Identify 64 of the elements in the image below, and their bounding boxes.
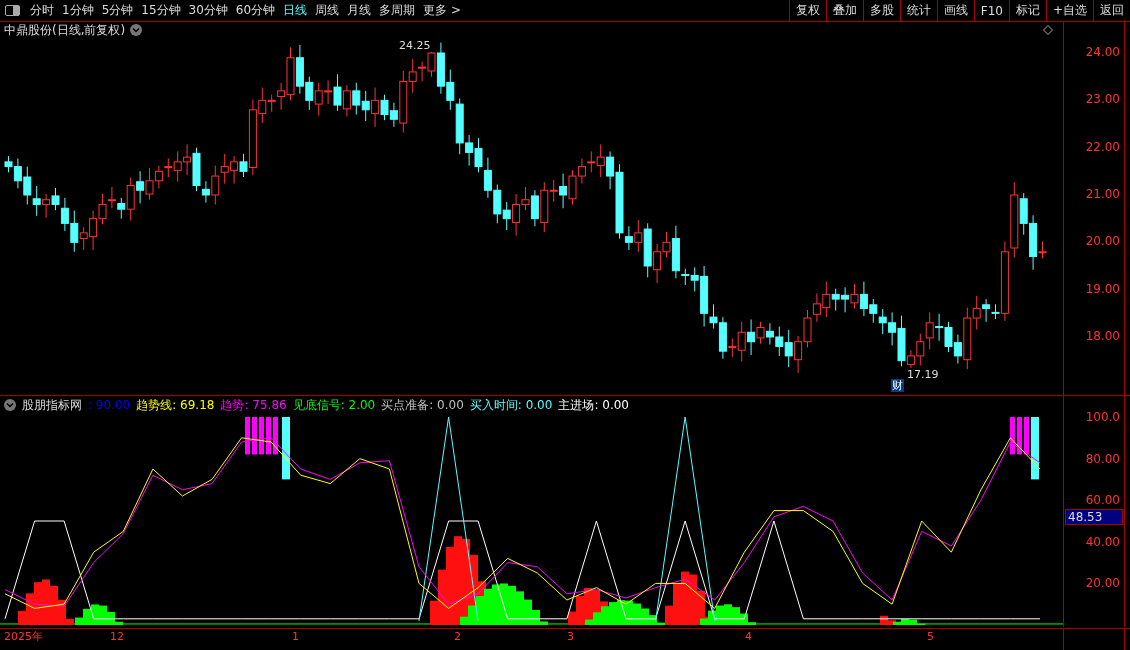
- axis-tick-label: 22.00: [1085, 139, 1120, 154]
- indicator-value: 趋势线: 69.18: [136, 396, 215, 414]
- toolbar-button[interactable]: F10: [973, 0, 1009, 21]
- period-tab[interactable]: 15分钟: [137, 0, 185, 21]
- toolbar-button[interactable]: 统计: [899, 0, 937, 21]
- low-price-label: 17.19: [906, 368, 940, 381]
- signal-bar: [259, 417, 264, 455]
- current-value-label: 48.53: [1065, 509, 1123, 525]
- signal-bar: [1010, 417, 1015, 455]
- period-tab[interactable]: 周线: [311, 0, 344, 21]
- period-tab[interactable]: 5分钟: [97, 0, 138, 21]
- dropdown-icon[interactable]: [4, 399, 16, 411]
- date-label: 2025年: [4, 629, 43, 645]
- period-tab[interactable]: 30分钟: [184, 0, 232, 21]
- toolbar-button[interactable]: 返回: [1093, 0, 1130, 21]
- indicator-value: 趋势: 75.86: [220, 396, 287, 414]
- high-price-label: 24.25: [398, 39, 432, 52]
- axis-tick-label: 20.00: [1085, 576, 1120, 591]
- indicator-value: 买入时间: 0.00: [469, 396, 553, 414]
- axis-tick-label: 23.00: [1085, 92, 1120, 107]
- indicator-name: 股朋指标网: [22, 396, 82, 414]
- indicator-value: 主进场: 0.00: [558, 396, 629, 414]
- axis-tick-label: 40.00: [1085, 534, 1120, 549]
- toolbar-button[interactable]: +自选: [1045, 0, 1093, 21]
- axis-tick-label: 24.00: [1085, 45, 1120, 59]
- axis-tick-label: 100.0: [1085, 410, 1120, 424]
- signal-bar: [1017, 417, 1022, 455]
- period-tab[interactable]: 更多 >: [419, 0, 465, 21]
- period-tab[interactable]: 月线: [343, 0, 376, 21]
- indicator-value: 买点准备: 0.00: [381, 396, 464, 414]
- period-tab[interactable]: 分时: [26, 0, 58, 21]
- signal-bar: [245, 417, 250, 455]
- signal-bar: [273, 417, 278, 455]
- axis-tick-label: 60.00: [1085, 493, 1120, 508]
- axis-tick-label: 21.00: [1085, 187, 1120, 201]
- date-label: 4: [745, 629, 752, 645]
- period-tab[interactable]: 60分钟: [231, 0, 280, 21]
- indicator-value: : 90.00: [88, 398, 131, 412]
- date-label: 2: [454, 629, 461, 645]
- toolbar-button[interactable]: 画线: [936, 0, 974, 21]
- panel-toggle-icon[interactable]: [5, 5, 20, 16]
- axis-tick-label: 18.00: [1085, 328, 1120, 343]
- chart-title: 中鼎股份(日线,前复权): [4, 21, 126, 39]
- signal-bar: [266, 417, 271, 455]
- indicator-value: 见底信号: 2.00: [292, 396, 376, 414]
- toolbar-button[interactable]: 复权: [788, 0, 826, 21]
- date-label: 12: [110, 629, 124, 645]
- axis-tick-label: 20.00: [1085, 234, 1120, 249]
- signal-bar: [1024, 417, 1029, 455]
- date-label: 3: [567, 629, 574, 645]
- toolbar-button[interactable]: 标记: [1008, 0, 1046, 21]
- diamond-icon[interactable]: [1043, 25, 1053, 35]
- finance-badge[interactable]: 财: [891, 379, 904, 392]
- period-tab[interactable]: 多周期: [375, 0, 420, 21]
- axis-tick-label: 19.00: [1085, 281, 1120, 296]
- toolbar-button[interactable]: 多股: [862, 0, 900, 21]
- dropdown-icon[interactable]: [130, 24, 143, 36]
- toolbar-button[interactable]: 叠加: [825, 0, 863, 21]
- axis-tick-label: 80.00: [1085, 451, 1120, 466]
- date-label: 1: [292, 629, 299, 645]
- signal-bar: [252, 417, 257, 455]
- period-tab[interactable]: 1分钟: [58, 0, 98, 21]
- period-tab[interactable]: 日线: [279, 0, 312, 21]
- date-label: 5: [927, 629, 934, 645]
